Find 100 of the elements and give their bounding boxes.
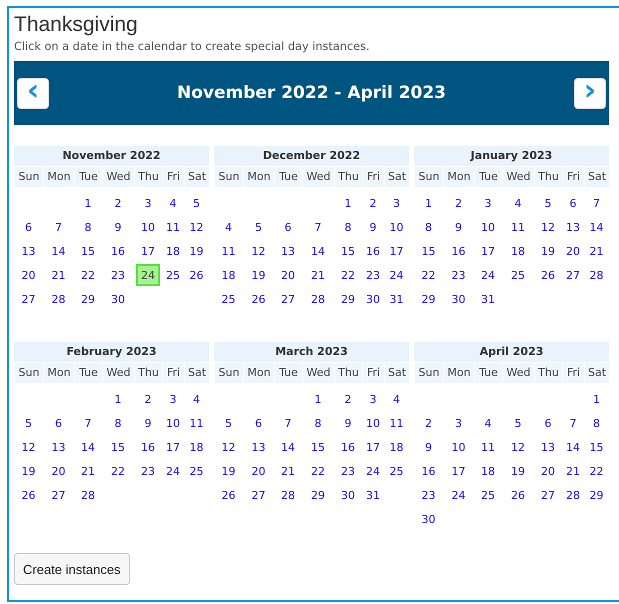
calendar-date[interactable]: 17: [384, 242, 409, 260]
calendar-date[interactable]: 17: [474, 242, 502, 260]
calendar-date[interactable]: 25: [474, 486, 502, 504]
calendar-date[interactable]: 15: [334, 242, 362, 260]
calendar-date[interactable]: 7: [74, 414, 102, 432]
next-button[interactable]: ›: [574, 78, 606, 108]
calendar-date[interactable]: 12: [214, 438, 243, 456]
calendar-date[interactable]: 3: [162, 390, 184, 408]
calendar-date[interactable]: 11: [384, 414, 409, 432]
calendar-date[interactable]: 18: [184, 438, 209, 456]
calendar-date[interactable]: 16: [134, 438, 162, 456]
calendar-date[interactable]: 5: [534, 194, 562, 212]
calendar-date[interactable]: 24: [474, 266, 502, 284]
calendar-date[interactable]: 19: [14, 462, 43, 480]
calendar-date[interactable]: 12: [534, 218, 562, 236]
calendar-date[interactable]: 2: [443, 194, 474, 212]
calendar-date[interactable]: 8: [102, 414, 134, 432]
calendar-date[interactable]: 21: [274, 462, 302, 480]
calendar-date[interactable]: 7: [43, 218, 74, 236]
calendar-date[interactable]: 2: [362, 194, 384, 212]
calendar-date[interactable]: 4: [474, 414, 502, 432]
calendar-date[interactable]: 18: [474, 462, 502, 480]
calendar-date[interactable]: 29: [334, 290, 362, 308]
calendar-date[interactable]: 11: [474, 438, 502, 456]
calendar-date[interactable]: 28: [562, 486, 584, 504]
calendar-date[interactable]: 5: [502, 414, 534, 432]
calendar-date[interactable]: 3: [384, 194, 409, 212]
calendar-date[interactable]: 11: [162, 218, 184, 236]
calendar-date[interactable]: 8: [414, 218, 443, 236]
calendar-date[interactable]: 30: [443, 290, 474, 308]
calendar-date[interactable]: 29: [414, 290, 443, 308]
calendar-date[interactable]: 26: [534, 266, 562, 284]
previous-button[interactable]: ‹: [17, 78, 49, 108]
calendar-date[interactable]: 6: [14, 218, 43, 236]
calendar-date[interactable]: 17: [162, 438, 184, 456]
calendar-date[interactable]: 5: [184, 194, 209, 212]
calendar-date[interactable]: 23: [134, 462, 162, 480]
calendar-date[interactable]: 2: [334, 390, 362, 408]
calendar-date[interactable]: 15: [102, 438, 134, 456]
calendar-date[interactable]: 27: [274, 290, 302, 308]
calendar-date[interactable]: 8: [334, 218, 362, 236]
calendar-date[interactable]: 13: [43, 438, 74, 456]
calendar-date[interactable]: 20: [14, 266, 43, 284]
calendar-date[interactable]: 2: [134, 390, 162, 408]
calendar-date[interactable]: 4: [184, 390, 209, 408]
calendar-date[interactable]: 8: [74, 218, 102, 236]
calendar-date[interactable]: 23: [334, 462, 362, 480]
calendar-date[interactable]: 31: [362, 486, 384, 504]
calendar-date[interactable]: 28: [584, 266, 609, 284]
calendar-date[interactable]: 12: [184, 218, 209, 236]
calendar-date[interactable]: 28: [74, 486, 102, 504]
calendar-date[interactable]: 13: [274, 242, 302, 260]
calendar-date[interactable]: 8: [584, 414, 609, 432]
calendar-date[interactable]: 17: [443, 462, 474, 480]
calendar-date[interactable]: 1: [102, 390, 134, 408]
calendar-date[interactable]: 1: [334, 194, 362, 212]
calendar-date[interactable]: 19: [214, 462, 243, 480]
calendar-date[interactable]: 23: [362, 266, 384, 284]
calendar-date[interactable]: 4: [502, 194, 534, 212]
calendar-date[interactable]: 21: [562, 462, 584, 480]
calendar-date[interactable]: 7: [302, 218, 334, 236]
calendar-date[interactable]: 10: [134, 218, 162, 236]
calendar-date[interactable]: 29: [302, 486, 334, 504]
calendar-date[interactable]: 16: [414, 462, 443, 480]
calendar-date[interactable]: 20: [562, 242, 584, 260]
calendar-date[interactable]: 1: [74, 194, 102, 212]
calendar-date[interactable]: 20: [274, 266, 302, 284]
calendar-date[interactable]: 2: [414, 414, 443, 432]
calendar-date[interactable]: 6: [534, 414, 562, 432]
calendar-date[interactable]: 9: [414, 438, 443, 456]
calendar-date[interactable]: 30: [334, 486, 362, 504]
calendar-date[interactable]: 19: [184, 242, 209, 260]
calendar-date[interactable]: 19: [243, 266, 274, 284]
calendar-date[interactable]: 22: [334, 266, 362, 284]
calendar-date[interactable]: 31: [474, 290, 502, 308]
selected-date[interactable]: 24: [136, 264, 160, 286]
calendar-date[interactable]: 10: [443, 438, 474, 456]
calendar-date[interactable]: 24: [443, 486, 474, 504]
calendar-date[interactable]: 19: [534, 242, 562, 260]
calendar-date[interactable]: 16: [362, 242, 384, 260]
calendar-date[interactable]: 21: [74, 462, 102, 480]
calendar-date[interactable]: 22: [584, 462, 609, 480]
calendar-date[interactable]: 3: [474, 194, 502, 212]
calendar-date[interactable]: 18: [384, 438, 409, 456]
calendar-date[interactable]: 24: [162, 462, 184, 480]
calendar-date[interactable]: 12: [14, 438, 43, 456]
calendar-date[interactable]: 27: [43, 486, 74, 504]
calendar-date[interactable]: 23: [414, 486, 443, 504]
calendar-date[interactable]: 21: [584, 242, 609, 260]
calendar-date[interactable]: 9: [362, 218, 384, 236]
calendar-date[interactable]: 21: [43, 266, 74, 284]
calendar-date[interactable]: 27: [534, 486, 562, 504]
calendar-date[interactable]: 24: [362, 462, 384, 480]
calendar-date[interactable]: 23: [102, 266, 134, 284]
calendar-date[interactable]: 22: [414, 266, 443, 284]
calendar-date[interactable]: 15: [74, 242, 102, 260]
calendar-date[interactable]: 9: [102, 218, 134, 236]
calendar-date[interactable]: 14: [274, 438, 302, 456]
calendar-date[interactable]: 25: [184, 462, 209, 480]
calendar-date[interactable]: 6: [274, 218, 302, 236]
